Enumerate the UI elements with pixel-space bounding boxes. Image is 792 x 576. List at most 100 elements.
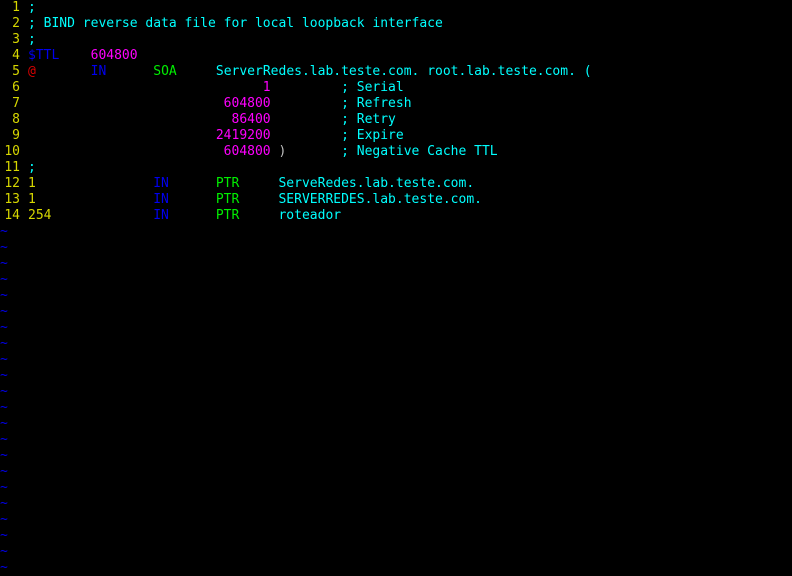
line-number: 11 bbox=[4, 160, 20, 175]
record-type-ptr: PTR bbox=[215, 208, 240, 223]
line-content[interactable]: ; BIND reverse data file for local loopb… bbox=[28, 16, 443, 32]
line-number: 4 bbox=[12, 48, 20, 63]
empty-line: ~ bbox=[0, 240, 792, 256]
empty-line: ~ bbox=[0, 544, 792, 560]
tilde-icon: ~ bbox=[0, 496, 8, 511]
comment-refresh: ; Refresh bbox=[341, 96, 412, 111]
tilde-icon: ~ bbox=[0, 384, 8, 399]
line-content[interactable]: 604800 ; Refresh bbox=[28, 96, 412, 112]
tilde-icon: ~ bbox=[0, 560, 8, 575]
line-number: 14 bbox=[4, 208, 20, 223]
tilde-icon: ~ bbox=[0, 528, 8, 543]
soa-expire-value: 2419200 bbox=[28, 128, 271, 143]
comment-token: ; bbox=[28, 32, 36, 47]
line-number: 5 bbox=[12, 64, 20, 79]
line-content[interactable]: 604800 ) ; Negative Cache TTL bbox=[28, 144, 498, 160]
tilde-icon: ~ bbox=[0, 304, 8, 319]
ptr-target-name: ServeRedes.lab.teste.com. bbox=[278, 176, 475, 191]
empty-line: ~ bbox=[0, 288, 792, 304]
ptr-target-name: roteador bbox=[278, 208, 342, 223]
editor-line[interactable]: 5 @ IN SOA ServerRedes.lab.teste.com. roo… bbox=[0, 64, 792, 80]
record-type-soa: SOA bbox=[153, 64, 177, 79]
empty-line: ~ bbox=[0, 336, 792, 352]
line-content[interactable]: ; bbox=[28, 0, 36, 16]
tilde-icon: ~ bbox=[0, 416, 8, 431]
editor-line[interactable]: 10 604800 ) ; Negative Cache TTL bbox=[0, 144, 792, 160]
editor-line[interactable]: 3; bbox=[0, 32, 792, 48]
editor-line[interactable]: 7 604800 ; Refresh bbox=[0, 96, 792, 112]
editor-line[interactable]: 8 86400 ; Retry bbox=[0, 112, 792, 128]
record-class: IN bbox=[153, 176, 169, 191]
line-content[interactable]: ; bbox=[28, 32, 36, 48]
soa-refresh-value: 604800 bbox=[28, 96, 271, 111]
editor-line[interactable]: 6 1 ; Serial bbox=[0, 80, 792, 96]
empty-line: ~ bbox=[0, 464, 792, 480]
line-content[interactable]: 1 ; Serial bbox=[28, 80, 404, 96]
ttl-directive: $TTL bbox=[28, 48, 60, 63]
line-number: 3 bbox=[12, 32, 20, 47]
empty-line: ~ bbox=[0, 320, 792, 336]
empty-line: ~ bbox=[0, 256, 792, 272]
tilde-icon: ~ bbox=[0, 256, 8, 271]
tilde-icon: ~ bbox=[0, 240, 8, 255]
empty-line: ~ bbox=[0, 528, 792, 544]
comment-token: ; bbox=[28, 0, 36, 15]
record-type-ptr: PTR bbox=[215, 176, 240, 191]
empty-line: ~ bbox=[0, 400, 792, 416]
empty-line: ~ bbox=[0, 448, 792, 464]
empty-line: ~ bbox=[0, 304, 792, 320]
editor-line[interactable]: 12 1 IN PTR ServeRedes.lab.teste.com. bbox=[0, 176, 792, 192]
tilde-icon: ~ bbox=[0, 448, 8, 463]
tilde-icon: ~ bbox=[0, 464, 8, 479]
editor-line[interactable]: 13 1 IN PTR SERVERREDES.lab.teste.com. bbox=[0, 192, 792, 208]
line-number: 6 bbox=[12, 80, 20, 95]
ptr-host-octet: 254 bbox=[28, 208, 52, 223]
empty-line: ~ bbox=[0, 480, 792, 496]
line-content[interactable]: 2419200 ; Expire bbox=[28, 128, 404, 144]
ptr-target-name: SERVERREDES.lab.teste.com. bbox=[278, 192, 482, 207]
empty-line: ~ bbox=[0, 224, 792, 240]
record-type-ptr: PTR bbox=[215, 192, 240, 207]
empty-line: ~ bbox=[0, 512, 792, 528]
soa-negative-cache-value: 604800 bbox=[28, 144, 271, 159]
soa-retry-value: 86400 bbox=[28, 112, 271, 127]
line-content[interactable]: ; bbox=[28, 160, 36, 176]
line-content[interactable]: @ IN SOA ServerRedes.lab.teste.com. root… bbox=[28, 64, 592, 80]
editor-line[interactable]: 11; bbox=[0, 160, 792, 176]
editor-line[interactable]: 9 2419200 ; Expire bbox=[0, 128, 792, 144]
tilde-icon: ~ bbox=[0, 480, 8, 495]
soa-primary-and-contact: ServerRedes.lab.teste.com. root.lab.test… bbox=[215, 64, 592, 79]
editor-line[interactable]: 2 ; BIND reverse data file for local loop… bbox=[0, 16, 792, 32]
record-class: IN bbox=[153, 208, 169, 223]
editor-line[interactable]: 1; bbox=[0, 0, 792, 16]
empty-line: ~ bbox=[0, 272, 792, 288]
empty-line: ~ bbox=[0, 384, 792, 400]
empty-line: ~ bbox=[0, 352, 792, 368]
line-number: 7 bbox=[12, 96, 20, 111]
tilde-icon: ~ bbox=[0, 544, 8, 559]
tilde-icon: ~ bbox=[0, 400, 8, 415]
soa-close-paren: ) bbox=[270, 144, 287, 159]
vim-editor-window[interactable]: 1; 2; BIND reverse data file for local lo… bbox=[0, 0, 792, 575]
line-content[interactable]: 86400 ; Retry bbox=[28, 112, 395, 128]
line-content[interactable]: 254 IN PTR roteador bbox=[28, 208, 341, 224]
comment-token: ; BIND reverse data file for local loopb… bbox=[28, 16, 443, 31]
editor-line[interactable]: 4 $TTL 604800 bbox=[0, 48, 792, 64]
line-content[interactable]: 1 IN PTR ServeRedes.lab.teste.com. bbox=[28, 176, 474, 192]
line-number: 10 bbox=[4, 144, 20, 159]
line-content[interactable]: 1 IN PTR SERVERREDES.lab.teste.com. bbox=[28, 192, 482, 208]
empty-line: ~ bbox=[0, 432, 792, 448]
line-number: 9 bbox=[12, 128, 20, 143]
line-content[interactable]: $TTL 604800 bbox=[28, 48, 138, 64]
editor-line[interactable]: 14 254 IN PTR roteador bbox=[0, 208, 792, 224]
